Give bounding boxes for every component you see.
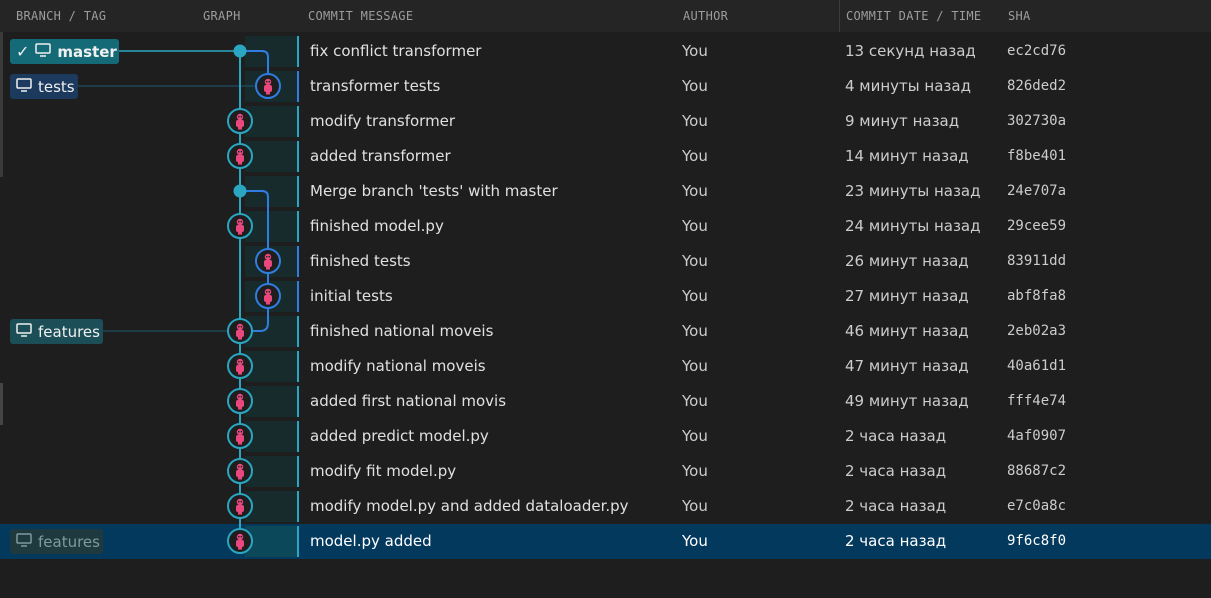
merge-dot-icon[interactable] [233,44,247,58]
branch-label: master [57,42,117,61]
avatar-icon[interactable] [255,283,281,309]
branch-chip-features[interactable]: features [10,319,103,344]
avatar-icon[interactable] [227,458,253,484]
commit-graph [78,44,281,554]
monitor-icon [16,322,32,341]
monitor-icon [16,77,32,96]
monitor-icon [16,532,32,551]
avatar-icon[interactable] [227,528,253,554]
avatar-icon[interactable] [227,423,253,449]
avatar-icon[interactable] [227,213,253,239]
avatar-icon[interactable] [255,73,281,99]
branch-chip-tests[interactable]: tests [10,74,78,99]
branch-label: features [38,532,100,551]
avatar-icon[interactable] [227,108,253,134]
branch-label: features [38,322,100,341]
avatar-icon[interactable] [227,353,253,379]
branch-chip-features-remote[interactable]: features [10,529,103,554]
avatar-icon[interactable] [227,318,253,344]
branch-label: tests [38,77,75,96]
avatar-icon[interactable] [227,143,253,169]
branch-chip-master[interactable]: ✓ master [10,39,119,64]
avatar-icon[interactable] [255,248,281,274]
monitor-icon [35,42,52,61]
avatar-icon[interactable] [227,493,253,519]
merge-dot-icon[interactable] [233,184,247,198]
avatar-icon[interactable] [227,388,253,414]
check-icon: ✓ [16,42,30,61]
